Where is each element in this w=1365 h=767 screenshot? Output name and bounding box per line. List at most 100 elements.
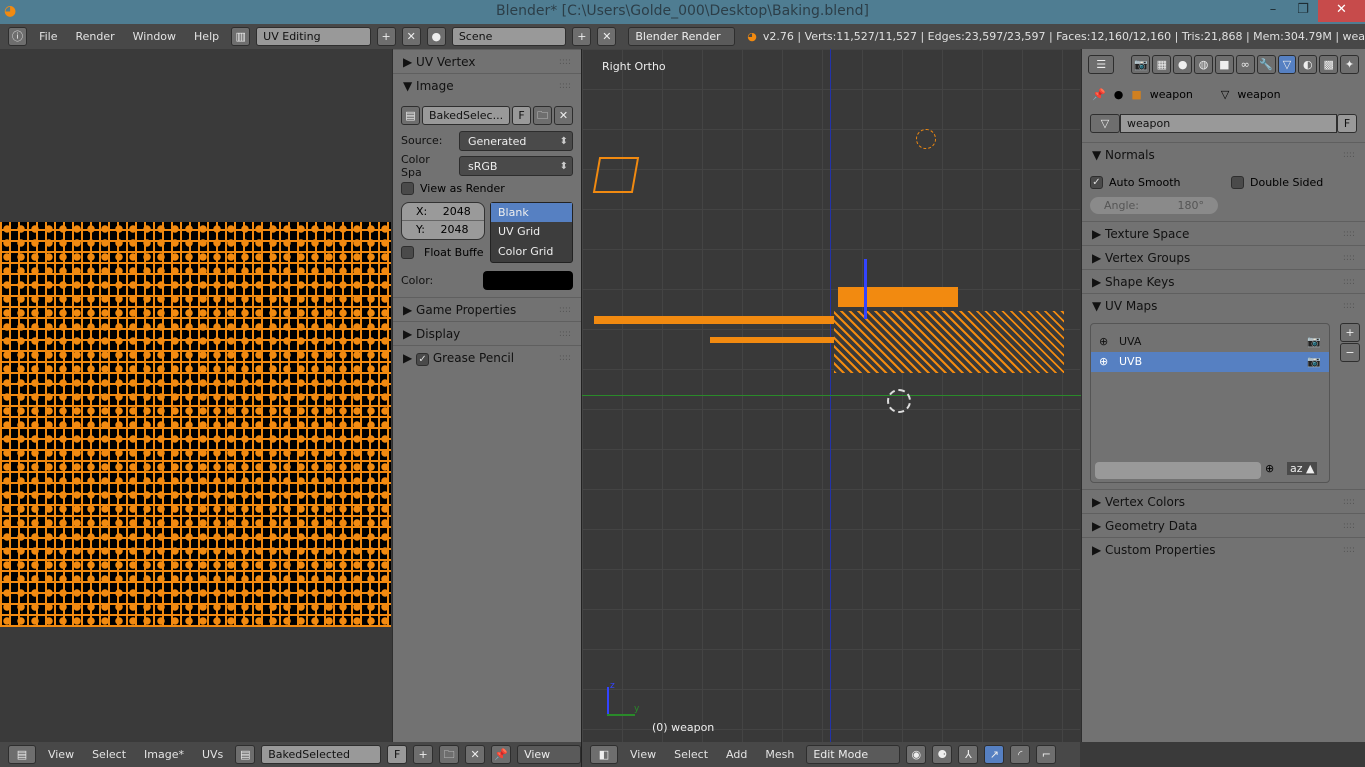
panel-geometry-data[interactable]: ▶ Geometry Data::::: [1082, 513, 1365, 537]
unlink-image-button[interactable]: ✕: [554, 106, 574, 125]
active-render-icon[interactable]: 📷: [1307, 332, 1321, 352]
mesh-browse-icon[interactable]: ▽: [1090, 114, 1120, 133]
weapon-bipod[interactable]: [710, 337, 840, 343]
auto-smooth-checkbox[interactable]: ✓: [1090, 176, 1103, 189]
active-render-icon[interactable]: 📷: [1307, 352, 1321, 372]
minimize-button[interactable]: –: [1258, 0, 1288, 22]
panel-normals[interactable]: ▼ Normals::::: [1082, 142, 1365, 166]
weapon-barrel[interactable]: [594, 316, 834, 324]
weapon-scope[interactable]: [838, 287, 958, 307]
menu-render[interactable]: Render: [69, 30, 120, 43]
remove-screen-button[interactable]: ✕: [401, 27, 421, 46]
remove-scene-button[interactable]: ✕: [597, 27, 617, 46]
menu-add[interactable]: Add: [720, 748, 753, 761]
menu-file[interactable]: File: [33, 30, 63, 43]
menu-image[interactable]: Image*: [138, 748, 190, 761]
color-swatch[interactable]: [483, 271, 573, 290]
image-browse-icon[interactable]: ▤: [401, 106, 420, 125]
lamp-object[interactable]: [916, 129, 936, 149]
source-select[interactable]: Generated: [459, 130, 573, 152]
menu-view[interactable]: View: [624, 748, 662, 761]
angle-field[interactable]: Angle: 180°: [1090, 196, 1218, 214]
menu-select[interactable]: Select: [86, 748, 132, 761]
manipulator-icon[interactable]: ⅄: [958, 745, 979, 764]
panel-image[interactable]: ▼ Image::::: [393, 73, 581, 97]
info-editor-icon[interactable]: ⓘ: [8, 27, 28, 46]
type-blank[interactable]: Blank: [491, 203, 572, 222]
rotate-icon[interactable]: ◜: [1010, 745, 1031, 764]
open-image-icon[interactable]: 🗀: [439, 745, 460, 764]
screen-layout-field[interactable]: UV Editing: [256, 27, 371, 46]
close-button[interactable]: ✕: [1318, 0, 1365, 22]
constraints-tab-icon[interactable]: ∞: [1235, 55, 1255, 74]
pivot-icon[interactable]: ⚈: [932, 745, 953, 764]
menu-select[interactable]: Select: [668, 748, 714, 761]
mode-select[interactable]: Edit Mode: [806, 745, 901, 764]
scene-tab-icon[interactable]: ●: [1173, 55, 1193, 74]
render-tab-icon[interactable]: 📷: [1131, 55, 1151, 74]
3d-viewport[interactable]: Right Ortho z y (0) weapon: [581, 49, 1081, 742]
float-buffer-checkbox[interactable]: [401, 246, 414, 259]
uv-filter-input[interactable]: [1095, 462, 1261, 479]
new-image-button[interactable]: +: [413, 745, 434, 764]
image-name-field[interactable]: BakedSelected: [261, 745, 382, 764]
add-scene-button[interactable]: +: [572, 27, 592, 46]
world-tab-icon[interactable]: ◍: [1194, 55, 1213, 74]
panel-display[interactable]: ▶ Display::::: [393, 321, 581, 345]
filter-search-icon[interactable]: ⊕: [1265, 462, 1274, 475]
render-layers-tab-icon[interactable]: ▦: [1152, 55, 1172, 74]
fake-user-button[interactable]: F: [387, 745, 408, 764]
add-screen-button[interactable]: +: [376, 27, 396, 46]
scene-field[interactable]: Scene: [451, 27, 567, 46]
menu-mesh[interactable]: Mesh: [759, 748, 800, 761]
render-engine-select[interactable]: Blender Render: [628, 27, 736, 46]
menu-view[interactable]: View: [42, 748, 80, 761]
y-size-field[interactable]: Y: 2048: [402, 221, 484, 239]
grease-pencil-checkbox[interactable]: ✓: [416, 353, 430, 366]
menu-uvs[interactable]: UVs: [196, 748, 229, 761]
screen-layout-icon[interactable]: ▥: [231, 27, 251, 46]
pin-icon[interactable]: 📌: [491, 745, 512, 764]
uv-map-uva[interactable]: ⊕ UVA 📷: [1091, 332, 1329, 352]
colorspace-select[interactable]: sRGB: [459, 155, 573, 177]
remove-uv-map-button[interactable]: −: [1340, 343, 1360, 362]
panel-custom-properties[interactable]: ▶ Custom Properties::::: [1082, 537, 1365, 561]
weapon-stock[interactable]: [834, 311, 1064, 373]
open-folder-icon[interactable]: 🗀: [533, 106, 553, 125]
image-browse-icon[interactable]: ▤: [235, 745, 256, 764]
unlink-image-button[interactable]: ✕: [465, 745, 486, 764]
texture-tab-icon[interactable]: ▩: [1319, 55, 1339, 74]
image-name-field[interactable]: BakedSelec...: [421, 106, 511, 125]
object-tab-icon[interactable]: ■: [1214, 55, 1234, 74]
panel-uv-vertex[interactable]: ▶ UV Vertex::::: [393, 49, 581, 73]
translate-icon[interactable]: ↗: [984, 745, 1005, 764]
panel-game-properties[interactable]: ▶ Game Properties::::: [393, 297, 581, 321]
panel-grease-pencil[interactable]: ▶ ✓ Grease Pencil::::: [393, 345, 581, 369]
editor-type-icon[interactable]: ☰: [1088, 55, 1115, 74]
pin-icon[interactable]: 📌: [1092, 88, 1106, 101]
menu-window[interactable]: Window: [127, 30, 182, 43]
material-tab-icon[interactable]: ◐: [1298, 55, 1318, 74]
panel-uv-maps[interactable]: ▼ UV Maps::::: [1082, 293, 1365, 317]
view-as-render-checkbox[interactable]: [401, 181, 414, 195]
particles-tab-icon[interactable]: ✦: [1340, 55, 1359, 74]
panel-vertex-colors[interactable]: ▶ Vertex Colors::::: [1082, 489, 1365, 513]
shading-icon[interactable]: ◉: [906, 745, 927, 764]
type-uv-grid[interactable]: UV Grid: [491, 222, 572, 242]
panel-shape-keys[interactable]: ▶ Shape Keys::::: [1082, 269, 1365, 293]
menu-help[interactable]: Help: [188, 30, 225, 43]
uv-map-uvb[interactable]: ⊕ UVB 📷: [1091, 352, 1329, 372]
3d-cursor[interactable]: [887, 389, 911, 413]
type-color-grid[interactable]: Color Grid: [491, 242, 572, 262]
modifiers-tab-icon[interactable]: 🔧: [1256, 55, 1276, 74]
fake-user-button[interactable]: F: [512, 106, 532, 125]
editor-type-icon[interactable]: ▤: [8, 745, 36, 764]
mesh-name-field[interactable]: weapon: [1120, 114, 1337, 133]
camera-object[interactable]: [592, 157, 640, 193]
uv-layout-image[interactable]: [0, 222, 391, 627]
double-sided-checkbox[interactable]: [1231, 176, 1244, 189]
panel-texture-space[interactable]: ▶ Texture Space::::: [1082, 221, 1365, 245]
data-tab-icon[interactable]: ▽: [1277, 55, 1297, 74]
z-manipulator-arrow[interactable]: [864, 259, 867, 319]
add-uv-map-button[interactable]: +: [1340, 323, 1360, 342]
